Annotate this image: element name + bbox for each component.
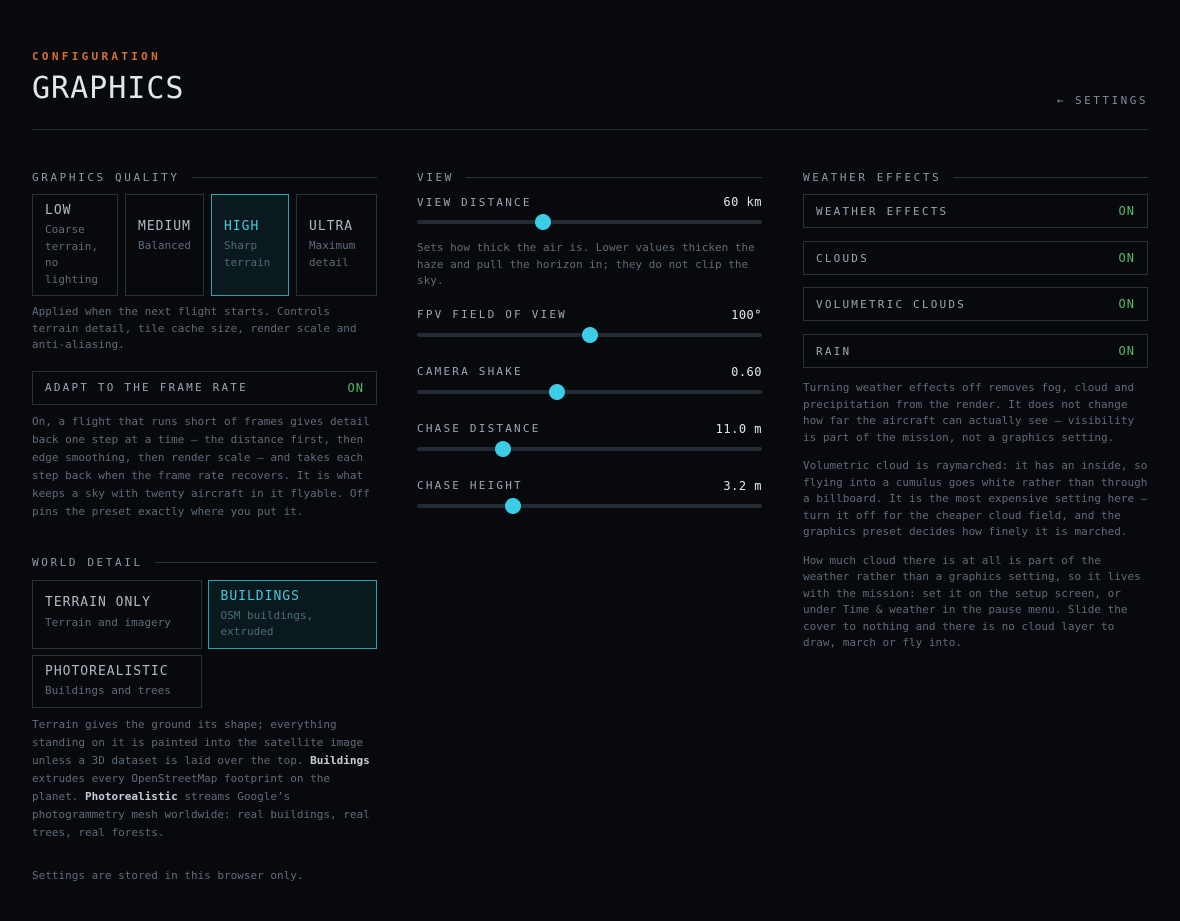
slider-thumb[interactable] bbox=[548, 383, 565, 400]
slider-label: FPV FIELD OF VIEW bbox=[417, 308, 567, 321]
slider-value: 60 km bbox=[723, 195, 762, 209]
view-heading: VIEW bbox=[417, 168, 762, 186]
weather-note-3: How much cloud there is at all is part o… bbox=[803, 553, 1141, 650]
weather-note-1: Turning weather effects off removes fog,… bbox=[803, 381, 1135, 444]
adapt-frame-rate-label: ADAPT TO THE FRAME RATE bbox=[45, 381, 248, 394]
right-column: WEATHER EFFECTS WEATHER EFFECTS ON CLOUD… bbox=[803, 168, 1148, 652]
toggle-state: ON bbox=[1118, 297, 1135, 311]
world-detail-heading: WORLD DETAIL bbox=[32, 554, 377, 572]
page-title: GRAPHICS bbox=[32, 71, 185, 106]
slider-track[interactable] bbox=[417, 326, 762, 343]
world-detail-options: TERRAIN ONLY Terrain and imagery BUILDIN… bbox=[32, 579, 377, 708]
fpv-fov-slider: FPV FIELD OF VIEW 100° bbox=[417, 307, 762, 343]
quality-option-high[interactable]: HIGH Sharp terrain bbox=[210, 194, 289, 296]
slider-thumb[interactable] bbox=[581, 326, 598, 343]
slider-thumb[interactable] bbox=[534, 214, 551, 230]
adapt-note: On, a flight that runs short of frames g… bbox=[32, 414, 370, 518]
toggle-state: ON bbox=[1118, 344, 1135, 358]
view-distance-note: Sets how thick the air is. Lower values … bbox=[417, 241, 755, 287]
slider-thumb[interactable] bbox=[495, 440, 512, 457]
world-option-photorealistic[interactable]: PHOTOREALISTIC Buildings and trees bbox=[32, 654, 202, 708]
back-to-settings-link[interactable]: ← SETTINGS bbox=[1057, 94, 1148, 107]
middle-column: VIEW VIEW DISTANCE 60 km Sets how thick … bbox=[417, 168, 762, 514]
slider-label: CAMERA SHAKE bbox=[417, 365, 523, 378]
slider-track[interactable] bbox=[417, 214, 762, 230]
rain-toggle[interactable]: RAIN ON bbox=[803, 334, 1148, 368]
toggle-label: RAIN bbox=[816, 344, 852, 358]
slider-track[interactable] bbox=[417, 440, 762, 457]
quality-option-medium[interactable]: MEDIUM Balanced bbox=[125, 194, 204, 296]
slider-label: CHASE HEIGHT bbox=[417, 479, 523, 492]
eyebrow-label: CONFIGURATION bbox=[32, 50, 161, 63]
toggle-label: CLOUDS bbox=[816, 251, 869, 265]
storage-footer-note: Settings are stored in this browser only… bbox=[32, 869, 304, 882]
weather-note-2: Volumetric cloud is raymarched: it has a… bbox=[803, 459, 1148, 538]
view-distance-slider: VIEW DISTANCE 60 km bbox=[417, 194, 762, 230]
chase-height-slider: CHASE HEIGHT 3.2 m bbox=[417, 478, 762, 514]
adapt-frame-rate-state: ON bbox=[347, 380, 364, 395]
slider-label: CHASE DISTANCE bbox=[417, 422, 541, 435]
world-option-terrain-only[interactable]: TERRAIN ONLY Terrain and imagery bbox=[32, 579, 202, 649]
quality-option-ultra[interactable]: ULTRA Maximum detail bbox=[296, 194, 377, 296]
camera-shake-slider: CAMERA SHAKE 0.60 bbox=[417, 364, 762, 400]
header-divider bbox=[32, 129, 1148, 130]
weather-effects-heading: WEATHER EFFECTS bbox=[803, 168, 1148, 186]
adapt-frame-rate-toggle[interactable]: ADAPT TO THE FRAME RATE ON bbox=[32, 370, 377, 405]
slider-track[interactable] bbox=[417, 383, 762, 400]
slider-value: 100° bbox=[731, 307, 762, 322]
world-option-buildings[interactable]: BUILDINGS OSM buildings, extruded bbox=[207, 579, 377, 649]
slider-label: VIEW DISTANCE bbox=[417, 195, 532, 209]
clouds-toggle[interactable]: CLOUDS ON bbox=[803, 241, 1148, 275]
toggle-label: VOLUMETRIC CLOUDS bbox=[816, 297, 966, 311]
quality-option-low[interactable]: LOW Coarse terrain, no lighting bbox=[32, 194, 118, 296]
weather-effects-toggle[interactable]: WEATHER EFFECTS ON bbox=[803, 194, 1148, 228]
slider-thumb[interactable] bbox=[504, 497, 521, 514]
toggle-state: ON bbox=[1118, 251, 1135, 265]
graphics-quality-heading: GRAPHICS QUALITY bbox=[32, 168, 377, 186]
slider-track[interactable] bbox=[417, 497, 762, 514]
world-detail-note: Terrain gives the ground its shape; ever… bbox=[32, 717, 370, 839]
slider-value: 0.60 bbox=[731, 364, 762, 379]
toggle-state: ON bbox=[1118, 204, 1135, 218]
slider-value: 11.0 m bbox=[715, 421, 762, 436]
toggle-label: WEATHER EFFECTS bbox=[816, 204, 949, 218]
chase-distance-slider: CHASE DISTANCE 11.0 m bbox=[417, 421, 762, 457]
slider-value: 3.2 m bbox=[723, 478, 762, 493]
volumetric-clouds-toggle[interactable]: VOLUMETRIC CLOUDS ON bbox=[803, 287, 1148, 321]
left-column: GRAPHICS QUALITY LOW Coarse terrain, no … bbox=[32, 168, 377, 842]
quality-options: LOW Coarse terrain, no lighting MEDIUM B… bbox=[32, 194, 377, 296]
quality-note: Applied when the next flight starts. Con… bbox=[32, 305, 357, 351]
